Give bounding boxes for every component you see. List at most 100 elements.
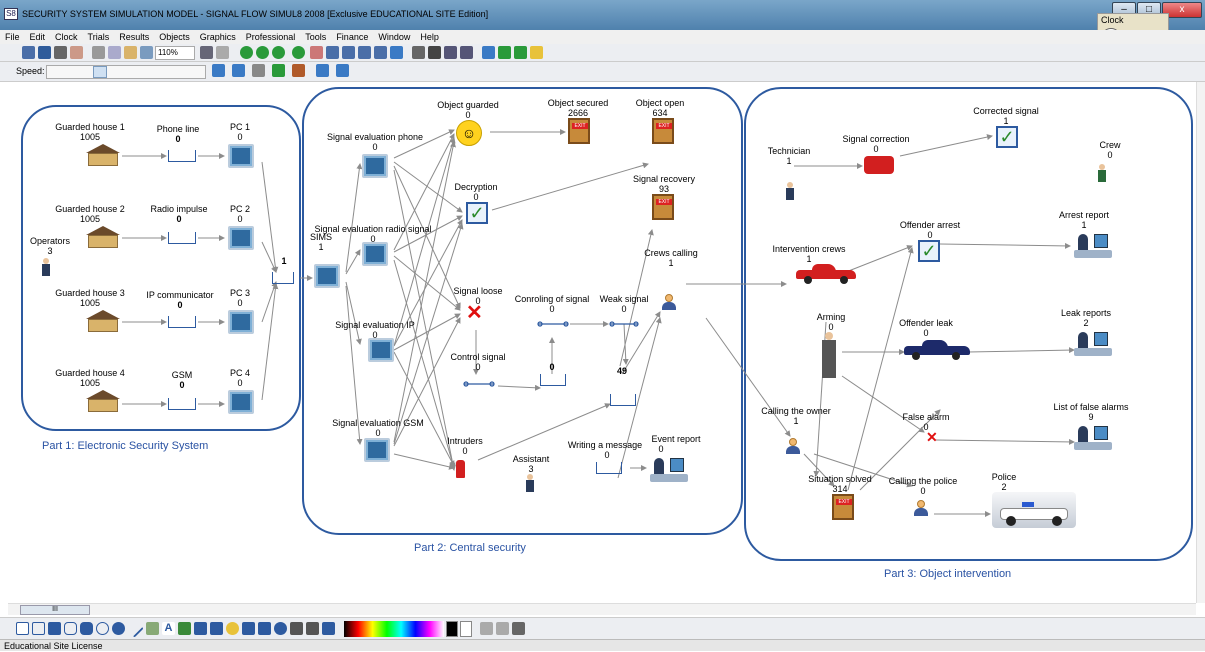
pc3-icon[interactable] (228, 310, 254, 334)
exit-door-icon[interactable]: EXIT (832, 494, 854, 520)
checkmark-icon[interactable]: ✓ (466, 202, 488, 224)
info-icon[interactable] (390, 46, 403, 59)
trials-icon[interactable] (514, 46, 527, 59)
camera-icon[interactable] (428, 46, 441, 59)
end-tool-icon[interactable] (272, 64, 285, 77)
chart-icon[interactable] (358, 46, 371, 59)
radio-queue[interactable] (168, 232, 196, 244)
exit-door-icon[interactable]: EXIT (652, 194, 674, 220)
signal-eval-radio-icon[interactable] (362, 242, 388, 266)
signal-eval-phone-icon[interactable] (362, 154, 388, 178)
false-alarm-workstation-icon[interactable] (1074, 422, 1112, 452)
find-icon[interactable] (412, 46, 425, 59)
event-report-workstation-icon[interactable] (650, 454, 688, 484)
image-tool-icon[interactable] (178, 622, 191, 635)
rotate-icon[interactable] (274, 622, 287, 635)
smiley-icon[interactable]: ☺ (456, 120, 482, 146)
fit-icon[interactable] (200, 46, 213, 59)
menu-finance[interactable]: Finance (331, 30, 373, 44)
graph-icon[interactable] (310, 46, 323, 59)
menu-help[interactable]: Help (415, 30, 444, 44)
checkmark-icon[interactable]: ✓ (996, 126, 1018, 148)
arrow-tool-icon[interactable] (212, 64, 225, 77)
resource-tool-icon[interactable] (292, 64, 305, 77)
fill-tool-icon[interactable] (210, 622, 223, 635)
results-icon[interactable] (326, 46, 339, 59)
fire-extinguisher-icon[interactable] (456, 460, 465, 478)
menu-graphics[interactable]: Graphics (195, 30, 241, 44)
rectangle-icon[interactable] (32, 622, 45, 635)
filled-rectangle-icon[interactable] (48, 622, 61, 635)
camera2-icon[interactable] (444, 46, 457, 59)
cut-icon[interactable] (92, 46, 105, 59)
assistant-icon[interactable] (526, 474, 534, 492)
pc2-icon[interactable] (228, 226, 254, 250)
optquest-icon[interactable] (498, 46, 511, 59)
calculator-icon[interactable] (512, 622, 525, 635)
menu-objects[interactable]: Objects (154, 30, 195, 44)
call-operator-icon[interactable] (786, 438, 800, 454)
guarded-house-3-icon[interactable] (86, 310, 120, 332)
horizontal-scrollbar[interactable]: III (8, 603, 1196, 615)
message-queue[interactable] (596, 462, 622, 474)
ellipse-icon[interactable] (96, 622, 109, 635)
grid-icon[interactable] (216, 46, 229, 59)
cross-icon[interactable]: ✕ (466, 303, 483, 323)
menu-tools[interactable]: Tools (300, 30, 331, 44)
paste-icon[interactable] (124, 46, 137, 59)
report-icon[interactable] (374, 46, 387, 59)
businessman-icon[interactable] (822, 332, 836, 378)
zoom-icon[interactable] (140, 46, 153, 59)
undo-icon[interactable] (70, 46, 83, 59)
activity-tool-icon[interactable] (252, 64, 265, 77)
route-tool-icon[interactable] (316, 64, 329, 77)
run-icon[interactable] (256, 46, 269, 59)
rounded-rect-icon[interactable] (64, 622, 77, 635)
dark-car-icon[interactable] (904, 340, 970, 360)
red-car-icon[interactable] (796, 264, 856, 284)
tag-icon[interactable] (530, 46, 543, 59)
gsm-queue[interactable] (168, 398, 196, 410)
phone-queue[interactable] (168, 150, 196, 162)
menu-window[interactable]: Window (373, 30, 415, 44)
grid-tool-icon[interactable] (258, 622, 271, 635)
link-tool-icon[interactable] (336, 64, 349, 77)
filled-ellipse-icon[interactable] (112, 622, 125, 635)
line-icon[interactable] (125, 619, 144, 638)
arrange-icon[interactable] (242, 622, 255, 635)
pc1-icon[interactable] (228, 144, 254, 168)
zoom-select[interactable]: 110% (155, 46, 195, 60)
call-operator-icon[interactable] (662, 294, 676, 310)
operators-icon[interactable] (42, 258, 50, 276)
simulation-canvas[interactable]: Guarded house 1 1005 Phone line 0 PC 1 0… (0, 82, 1196, 603)
weak-queue[interactable] (610, 394, 636, 406)
police-car-icon[interactable] (992, 492, 1076, 528)
select-tool-icon[interactable] (16, 622, 29, 635)
align-icon[interactable] (290, 622, 303, 635)
guarded-house-1-icon[interactable] (86, 144, 120, 166)
merge-queue[interactable] (272, 272, 294, 284)
distribute-icon[interactable] (306, 622, 319, 635)
color-palette[interactable] (344, 621, 444, 637)
layer-icon[interactable] (496, 622, 509, 635)
menu-clock[interactable]: Clock (50, 30, 83, 44)
shape-tool-icon[interactable] (194, 622, 207, 635)
exit-door-icon[interactable]: EXIT (652, 118, 674, 144)
crew-icon[interactable] (1098, 164, 1106, 182)
menu-file[interactable]: File (0, 30, 25, 44)
line-width-icon[interactable] (480, 622, 493, 635)
guarded-house-4-icon[interactable] (86, 390, 120, 412)
menu-professional[interactable]: Professional (241, 30, 301, 44)
app-icon[interactable]: S8 (4, 8, 18, 20)
guarded-house-2-icon[interactable] (86, 226, 120, 248)
step-icon[interactable] (272, 46, 285, 59)
pc4-icon[interactable] (228, 390, 254, 414)
background-color-swatch[interactable] (460, 621, 472, 637)
save-icon[interactable] (38, 46, 51, 59)
table-icon[interactable] (342, 46, 355, 59)
arrest-report-workstation-icon[interactable] (1074, 230, 1112, 260)
technician-icon[interactable] (786, 182, 794, 200)
new-icon[interactable] (22, 46, 35, 59)
horizontal-scroll-thumb[interactable]: III (20, 605, 90, 615)
signal-eval-gsm-icon[interactable] (364, 438, 390, 462)
